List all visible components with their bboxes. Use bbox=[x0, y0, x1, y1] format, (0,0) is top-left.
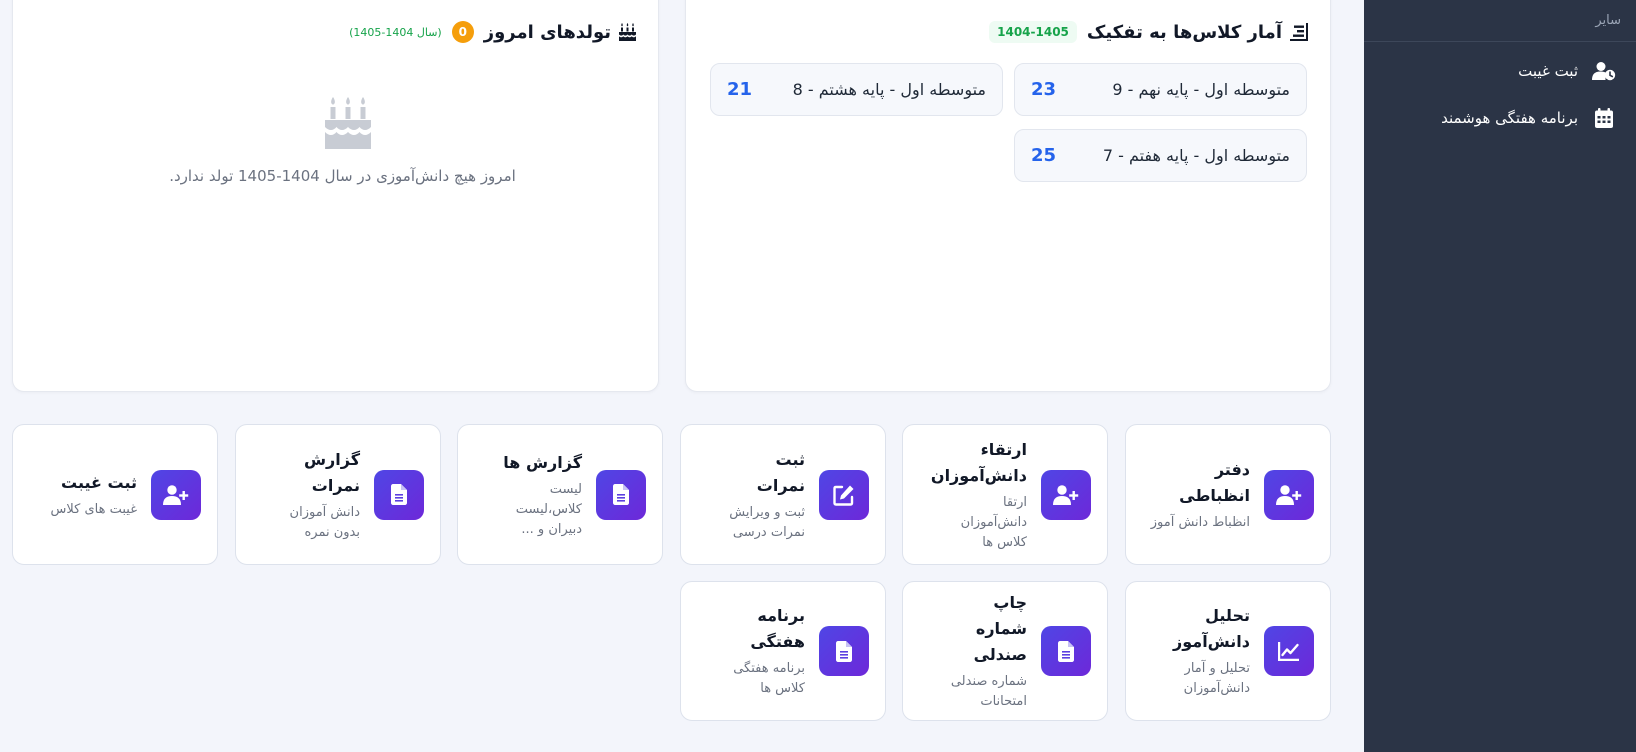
birthdays-card: تولدهای امروز 0 (سال 1404-1405) امروز هی… bbox=[12, 0, 659, 392]
tile-reports[interactable]: گزارش ها لیست کلاس،لیست دبیران و ... bbox=[457, 424, 663, 565]
file-icon bbox=[1041, 626, 1091, 676]
class-stats-title: آمار کلاس‌ها به تفکیک bbox=[1086, 21, 1282, 43]
tile-grades-report[interactable]: گزارش نمرات دانش آموزان بدون نمره bbox=[235, 424, 441, 565]
year-chip: 1404-1405 bbox=[989, 21, 1077, 43]
sidebar: سایر ثبت غیبت برنامه هفتگی هوشمند bbox=[1364, 0, 1636, 752]
birthdays-title: تولدهای امروز bbox=[483, 21, 611, 43]
calendar-icon bbox=[1592, 107, 1616, 129]
sidebar-item-label: ثبت غیبت bbox=[1518, 61, 1578, 80]
file-icon bbox=[374, 469, 424, 520]
class-name: متوسطه اول - پایه نهم - 9 bbox=[1112, 80, 1290, 99]
tile-subtitle: برنامه هفتگی کلاس ها bbox=[733, 661, 805, 696]
class-count: 21 bbox=[727, 79, 753, 100]
file-icon bbox=[596, 469, 646, 520]
tile-title: گزارش ها bbox=[503, 452, 582, 472]
tile-subtitle: لیست کلاس،لیست دبیران و ... bbox=[515, 481, 582, 537]
tile-title: برنامه هفتگی bbox=[750, 606, 805, 651]
tile-title: ثبت نمرات bbox=[756, 449, 805, 495]
tile-subtitle: ثبت و ویرایش نمرات درسی bbox=[729, 504, 805, 540]
sidebar-item-weekly-schedule[interactable]: برنامه هفتگی هوشمند bbox=[1364, 94, 1636, 141]
user-clock-icon bbox=[1592, 60, 1616, 82]
class-name: متوسطه اول - پایه هفتم - 7 bbox=[1102, 146, 1290, 165]
tile-subtitle: غیبت های کلاس bbox=[50, 501, 137, 517]
user-plus-icon bbox=[1041, 469, 1091, 520]
class-stats-header: آمار کلاس‌ها به تفکیک 1404-1405 bbox=[989, 21, 1308, 43]
edit-icon bbox=[819, 469, 869, 520]
birthdays-header: تولدهای امروز 0 (سال 1404-1405) bbox=[349, 21, 636, 43]
tile-title: گزارش نمرات bbox=[303, 449, 360, 495]
tile-title: چاپ شماره صندلی bbox=[973, 593, 1027, 664]
tile-student-promotion[interactable]: ارتقاء دانش‌آموزان ارتقا دانش‌آموزان کلاس… bbox=[902, 424, 1108, 565]
tile-enter-grades[interactable]: ثبت نمرات ثبت و ویرایش نمرات درسی bbox=[680, 424, 886, 565]
sidebar-item-absence[interactable]: ثبت غیبت bbox=[1364, 47, 1636, 94]
class-stats-card: آمار کلاس‌ها به تفکیک 1404-1405 متوسطه ا… bbox=[685, 0, 1331, 392]
tile-title: ارتقاء دانش‌آموزان bbox=[930, 439, 1027, 485]
tile-title: تحلیل دانش‌آموز bbox=[1173, 606, 1250, 651]
sidebar-item-label: برنامه هفتگی هوشمند bbox=[1441, 108, 1578, 127]
empty-birthdays-message: امروز هیچ دانش‌آموزی در سال 1404-1405 تو… bbox=[169, 167, 516, 185]
tile-subtitle: ارتقا دانش‌آموزان کلاس ها bbox=[960, 494, 1027, 550]
tile-subtitle: دانش آموزان بدون نمره bbox=[289, 504, 360, 540]
chart-line-icon bbox=[1264, 626, 1314, 676]
tile-subtitle: شماره صندلی امتحانات bbox=[950, 674, 1027, 709]
tile-discipline-log[interactable]: دفتر انظباطی انظباط دانش آموز bbox=[1125, 424, 1331, 565]
tile-title: ثبت غیبت bbox=[61, 472, 137, 492]
sidebar-section-label: سایر bbox=[1364, 0, 1636, 42]
tile-subtitle: تحلیل و آمار دانش‌آموزان bbox=[1183, 661, 1250, 696]
tile-print-seat-numbers[interactable]: چاپ شماره صندلی شماره صندلی امتحانات bbox=[902, 581, 1108, 721]
user-plus-icon bbox=[151, 469, 201, 520]
tile-weekly-schedule[interactable]: برنامه هفتگی برنامه هفتگی کلاس ها bbox=[680, 581, 886, 721]
empty-birthday-cake-icon bbox=[325, 97, 371, 149]
list-icon bbox=[1290, 23, 1308, 41]
birthday-cake-icon bbox=[619, 23, 636, 41]
tile-record-absence[interactable]: ثبت غیبت غیبت های کلاس bbox=[12, 424, 218, 565]
file-icon bbox=[819, 626, 869, 676]
class-count: 23 bbox=[1031, 79, 1057, 100]
class-stat-item[interactable]: متوسطه اول - پایه نهم - 9 23 bbox=[1014, 63, 1307, 116]
tile-subtitle: انظباط دانش آموز bbox=[1150, 514, 1250, 530]
class-name: متوسطه اول - پایه هشتم - 8 bbox=[792, 80, 986, 99]
birthdays-year-note: (سال 1404-1405) bbox=[349, 25, 442, 39]
tile-title: دفتر انظباطی bbox=[1179, 459, 1250, 505]
class-stat-item[interactable]: متوسطه اول - پایه هشتم - 8 21 bbox=[710, 63, 1003, 116]
tile-student-analysis[interactable]: تحلیل دانش‌آموز تحلیل و آمار دانش‌آموزان bbox=[1125, 581, 1331, 721]
birthday-count-badge: 0 bbox=[451, 21, 474, 43]
user-plus-icon bbox=[1264, 469, 1314, 520]
class-stat-item[interactable]: متوسطه اول - پایه هفتم - 7 25 bbox=[1014, 129, 1307, 182]
class-count: 25 bbox=[1031, 145, 1057, 166]
